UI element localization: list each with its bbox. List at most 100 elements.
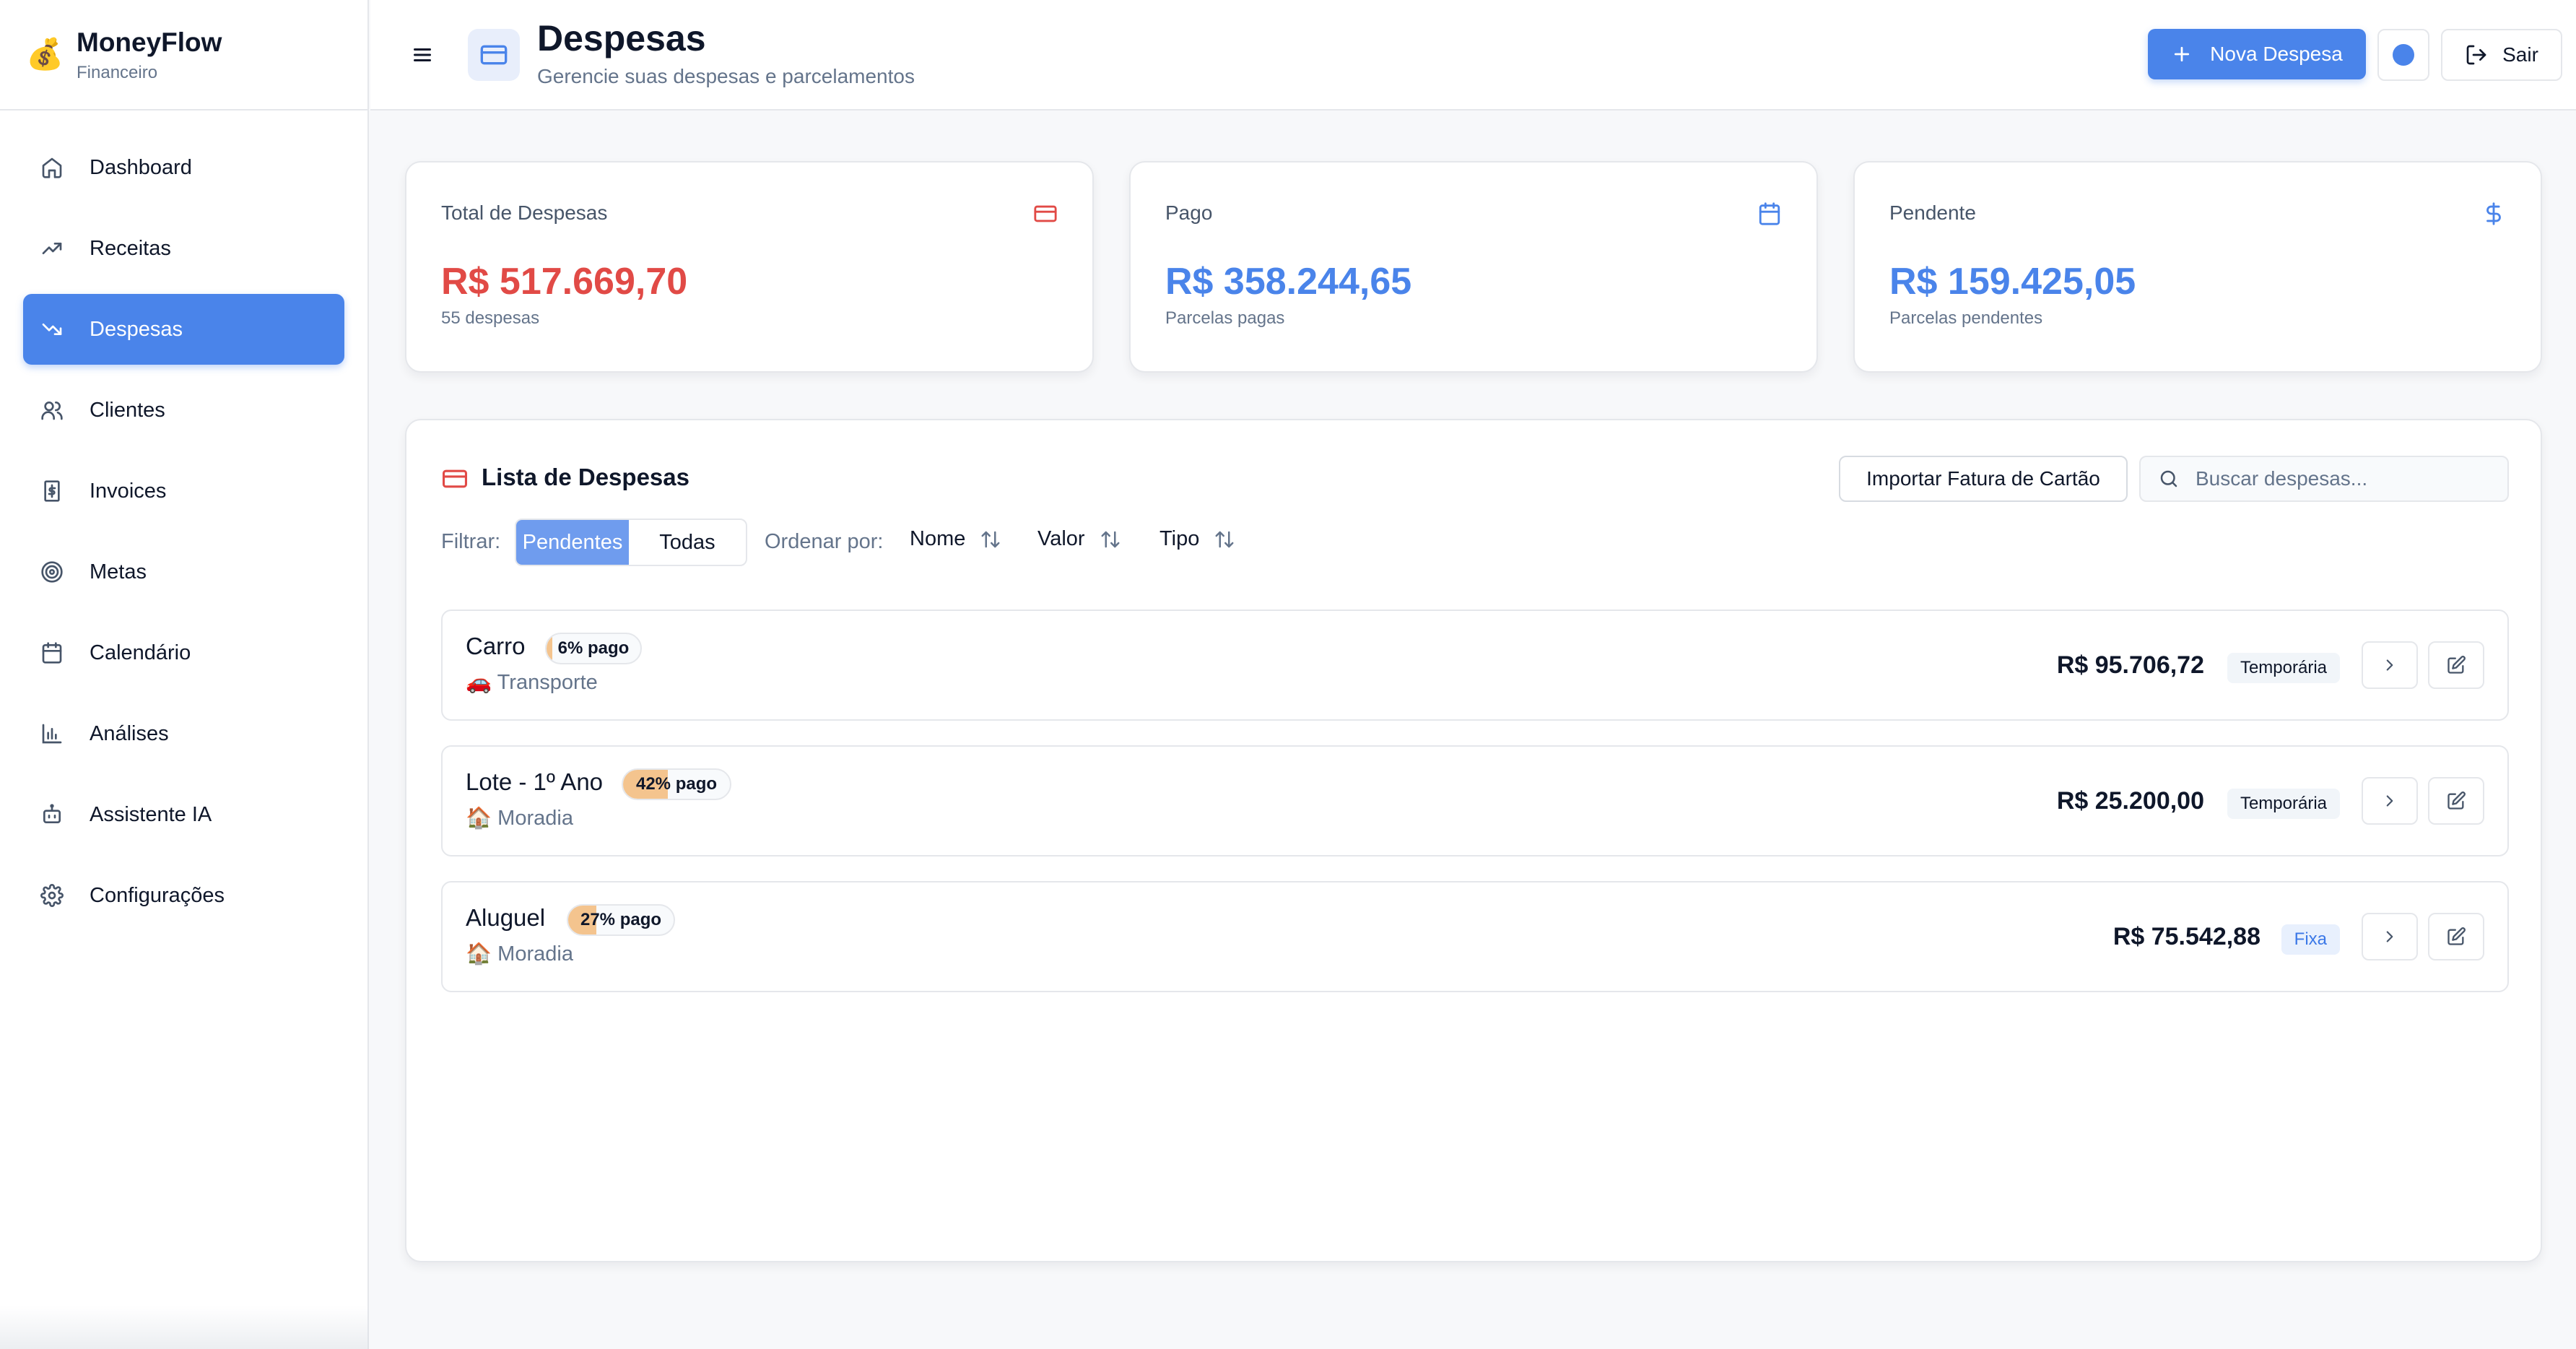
list-title: Lista de Despesas — [482, 464, 689, 490]
sidebar-item-label: Despesas — [90, 317, 183, 341]
expense-name: Aluguel — [466, 904, 546, 931]
sidebar-item-label: Assistente IA — [90, 802, 212, 826]
sort-valor-button[interactable]: Valor — [1037, 527, 1121, 551]
sidebar-item-label: Invoices — [90, 479, 167, 503]
stat-card-total: Total de Despesas R$ 517.669,70 55 despe… — [405, 161, 1094, 373]
sidebar-item-invoices[interactable]: Invoices — [23, 456, 344, 526]
edit-icon — [2447, 791, 2466, 810]
type-tag: Temporária — [2227, 789, 2340, 819]
filter-label: Filtrar: — [441, 530, 501, 553]
trending-down-icon — [40, 318, 64, 341]
calendar-icon — [40, 641, 64, 664]
sidebar-item-despesas[interactable]: Despesas — [23, 294, 344, 365]
edit-button[interactable] — [2428, 913, 2484, 960]
bot-icon — [40, 803, 64, 826]
logout-button[interactable]: Sair — [2441, 29, 2562, 81]
theme-dot-icon — [2393, 44, 2414, 66]
brand: 💰 MoneyFlow Financeiro — [0, 0, 367, 110]
stat-label: Pago — [1165, 201, 1213, 224]
sidebar-item-assistente-ia[interactable]: Assistente IA — [23, 779, 344, 850]
sidebar-item-configuracoes[interactable]: Configurações — [23, 860, 344, 931]
chevron-right-icon — [2386, 931, 2393, 942]
app-subtitle: Financeiro — [77, 62, 158, 82]
expense-row[interactable]: Aluguel 27% pago 🏠 Moradia R$ 75.542,88 … — [441, 881, 2509, 992]
expense-list-panel: Lista de Despesas Importar Fatura de Car… — [405, 419, 2542, 1262]
expense-name: Lote - 1º Ano — [466, 768, 604, 795]
target-icon — [40, 560, 64, 584]
gear-icon — [40, 884, 64, 907]
theme-toggle-button[interactable] — [2377, 29, 2429, 81]
page-title: Despesas — [537, 18, 706, 58]
expense-row[interactable]: Lote - 1º Ano 42% pago 🏠 Moradia R$ 25.2… — [441, 745, 2509, 856]
sidebar-nav: Dashboard Receitas Despesas Clientes Inv… — [0, 110, 367, 931]
stat-label: Pendente — [1889, 201, 1976, 224]
sort-nome-button[interactable]: Nome — [910, 527, 1001, 551]
sidebar-item-label: Clientes — [90, 398, 165, 422]
sort-arrows-icon — [981, 531, 1000, 547]
import-card-invoice-button[interactable]: Importar Fatura de Cartão — [1839, 456, 2128, 502]
category-label: Moradia — [497, 807, 573, 830]
sidebar-item-dashboard[interactable]: Dashboard — [23, 132, 344, 203]
expense-name: Carro — [466, 633, 526, 659]
sidebar-item-metas[interactable]: Metas — [23, 537, 344, 607]
expense-category: 🚗 Transporte — [466, 670, 598, 695]
type-tag: Temporária — [2227, 653, 2340, 683]
expand-button[interactable] — [2362, 913, 2418, 960]
logout-icon — [2466, 45, 2486, 65]
sort-label: Tipo — [1159, 527, 1200, 550]
paid-progress-label: 42% pago — [635, 774, 718, 794]
credit-card-icon — [441, 467, 469, 491]
sidebar-item-label: Receitas — [90, 236, 171, 260]
stat-note: Parcelas pagas — [1165, 308, 1285, 328]
credit-card-icon — [468, 29, 520, 81]
sidebar-item-label: Metas — [90, 560, 147, 584]
stat-value: R$ 517.669,70 — [441, 261, 688, 303]
house-icon: 🏠 — [466, 807, 492, 830]
search-icon — [2160, 470, 2177, 487]
stat-value: R$ 159.425,05 — [1889, 261, 2136, 303]
sidebar-item-clientes[interactable]: Clientes — [23, 375, 344, 446]
search-input[interactable] — [2196, 467, 2499, 490]
sidebar-item-calendario[interactable]: Calendário — [23, 617, 344, 688]
logout-label: Sair — [2502, 43, 2538, 66]
stat-card-pendente: Pendente R$ 159.425,05 Parcelas pendente… — [1853, 161, 2542, 373]
sort-tipo-button[interactable]: Tipo — [1159, 527, 1235, 551]
expand-button[interactable] — [2362, 777, 2418, 825]
chevron-right-icon — [2386, 795, 2393, 807]
sort-label: Nome — [910, 527, 966, 550]
house-icon: 🏠 — [466, 942, 492, 966]
nova-despesa-button[interactable]: Nova Despesa — [2148, 29, 2366, 79]
expand-button[interactable] — [2362, 641, 2418, 689]
menu-toggle-icon[interactable] — [408, 42, 437, 68]
sort-arrows-icon — [1101, 531, 1120, 547]
car-icon: 🚗 — [466, 671, 492, 694]
sidebar: 💰 MoneyFlow Financeiro Dashboard Receita… — [0, 0, 369, 1349]
money-bag-logo: 💰 — [26, 37, 64, 71]
sidebar-item-receitas[interactable]: Receitas — [23, 213, 344, 284]
paid-progress-label: 6% pago — [557, 638, 630, 658]
expense-row[interactable]: Carro 6% pago 🚗 Transporte R$ 95.706,72 … — [441, 610, 2509, 721]
sidebar-item-label: Calendário — [90, 641, 191, 664]
sidebar-item-label: Configurações — [90, 883, 225, 907]
home-icon — [40, 156, 64, 179]
filter-pendentes-button[interactable]: Pendentes — [516, 520, 629, 565]
edit-button[interactable] — [2428, 777, 2484, 825]
nova-despesa-label: Nova Despesa — [2210, 43, 2343, 65]
trending-up-icon — [40, 237, 64, 260]
category-label: Transporte — [497, 671, 598, 694]
edit-button[interactable] — [2428, 641, 2484, 689]
stat-label: Total de Despesas — [441, 201, 608, 224]
edit-icon — [2447, 656, 2466, 674]
stat-note: 55 despesas — [441, 308, 540, 328]
stat-note: Parcelas pendentes — [1889, 308, 2043, 328]
paid-progress-label: 27% pago — [580, 910, 662, 929]
sidebar-item-label: Análises — [90, 721, 169, 745]
paid-progress-badge: 42% pago — [622, 768, 731, 800]
sidebar-item-label: Dashboard — [90, 155, 192, 179]
filter-segmented-control: Pendentes Todas — [515, 519, 747, 566]
sidebar-item-analises[interactable]: Análises — [23, 698, 344, 769]
filter-todas-button[interactable]: Todas — [629, 520, 746, 565]
plus-icon — [2175, 46, 2190, 62]
paid-progress-badge: 6% pago — [545, 633, 642, 664]
category-label: Moradia — [497, 942, 573, 966]
